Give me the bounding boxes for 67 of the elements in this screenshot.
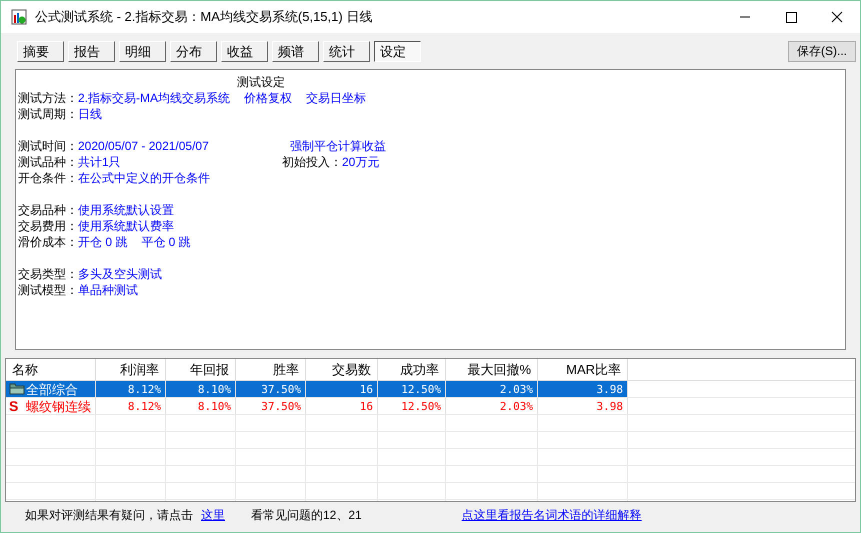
tab[interactable]: 摘要 [17, 40, 64, 62]
field-value: 20万元 [342, 154, 380, 170]
column-header[interactable]: 成功率 [378, 359, 446, 380]
table-cell: 3.98 [596, 400, 623, 412]
field-value: 共计1只 [78, 154, 121, 170]
tab[interactable]: 报告 [68, 40, 115, 62]
app-icon [11, 9, 27, 25]
field-value: 日线 [78, 106, 102, 122]
column-header[interactable]: 利润率 [96, 359, 166, 380]
field-value: 强制平仓计算收益 [290, 138, 386, 154]
field-value: 在公式中定义的开仓条件 [78, 170, 210, 186]
field-label: 滑价成本： [18, 234, 78, 250]
field-label: 交易类型： [18, 266, 78, 282]
field-value: 使用系统默认费率 [78, 218, 174, 234]
save-button[interactable]: 保存(S)... [788, 40, 856, 62]
table-cell: 16 [360, 384, 373, 394]
window-title: 公式测试系统 - 2.指标交易：MA均线交易系统(5,15,1) 日线 [35, 8, 372, 26]
table-cell: 8.12% [128, 384, 161, 394]
table-cell: 2.03% [500, 400, 533, 412]
field-label: 开仓条件： [18, 170, 78, 186]
folder-icon [9, 383, 25, 395]
column-header[interactable]: MAR比率 [538, 359, 628, 380]
glossary-link[interactable]: 点这里看报告名词术语的详细解释 [462, 506, 642, 524]
table-cell[interactable]: 螺纹钢连续 [26, 400, 91, 412]
table-cell: 8.10% [198, 384, 231, 394]
field-value: 多头及空头测试 [78, 266, 162, 282]
field-value: 2.指标交易-MA均线交易系统 [78, 90, 230, 106]
table-cell: 8.12% [128, 400, 161, 412]
field-label: 测试时间： [18, 138, 78, 154]
table-cell: 8.10% [198, 400, 231, 412]
field-value: 单品种测试 [78, 282, 138, 298]
field-value: 价格复权 [244, 90, 292, 106]
tab[interactable]: 统计 [323, 40, 370, 62]
field-value: 平仓 0 跳 [141, 234, 191, 250]
table-cell: 12.50% [401, 400, 441, 412]
tab[interactable]: 设定 [374, 40, 421, 62]
table-cell: 37.50% [261, 384, 301, 394]
field-label: 测试周期： [18, 106, 78, 122]
field-value: 2020/05/07 - 2021/05/07 [78, 138, 209, 154]
tab[interactable]: 收益 [221, 40, 268, 62]
field-label: 测试方法： [18, 90, 78, 106]
tab[interactable]: 明细 [119, 40, 166, 62]
tab[interactable]: 频谱 [272, 40, 319, 62]
field-value: 交易日坐标 [306, 90, 366, 106]
column-header[interactable]: 名称 [6, 359, 96, 380]
column-header[interactable]: 年回报 [166, 359, 236, 380]
field-label: 交易品种： [18, 202, 78, 218]
symbol-marker: S [9, 399, 20, 413]
table-cell: 37.50% [261, 400, 301, 412]
field-label: 测试模型： [18, 282, 78, 298]
field-label: 初始投入： [282, 154, 342, 170]
field-label: 测试品种： [18, 154, 78, 170]
status-text: 如果对评测结果有疑问，请点击 [25, 507, 193, 524]
field-value: 开仓 0 跳 [78, 234, 128, 250]
field-value: 使用系统默认设置 [78, 202, 174, 218]
table-cell: 2.03% [500, 384, 533, 394]
column-header[interactable]: 胜率 [236, 359, 306, 380]
table-cell: 12.50% [401, 384, 441, 394]
table-cell: 3.98 [596, 384, 623, 394]
status-text: 看常见问题的12、21 [251, 507, 362, 524]
field-label: 交易费用： [18, 218, 78, 234]
column-header[interactable]: 交易数 [306, 359, 378, 380]
tab[interactable]: 分布 [170, 40, 217, 62]
help-link[interactable]: 这里 [201, 506, 225, 524]
report-title: 测试设定 [237, 74, 285, 90]
table-cell: 16 [360, 400, 373, 412]
column-header[interactable]: 最大回撤% [446, 359, 538, 380]
